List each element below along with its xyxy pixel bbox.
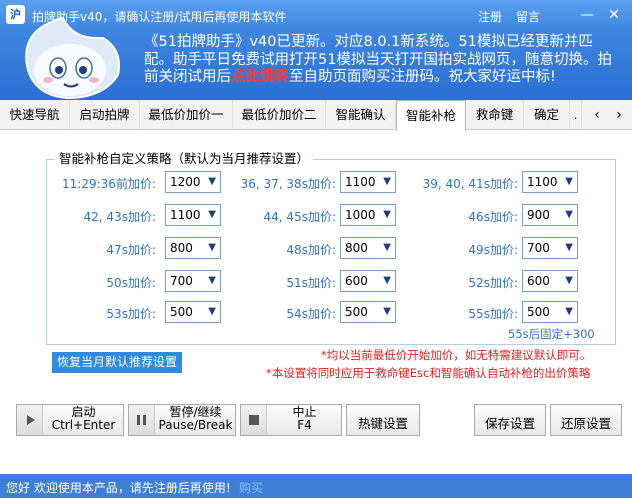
row-label: 39, 40, 41s加价: [423,175,518,192]
dropdown-arrow-icon: ▼ [565,275,573,286]
tab-start-bidding[interactable]: 启动拍牌 [70,100,140,130]
dropdown-arrow-icon: ▼ [383,242,391,253]
dropdown-arrow-icon: ▼ [383,176,391,187]
bid-select[interactable]: 800▼ [165,237,221,259]
row-label: 47s加价: [106,241,156,258]
dropdown-arrow-icon: ▼ [208,209,216,220]
tab-quick-nav[interactable]: 快速导航 [0,100,70,130]
bid-select[interactable]: 700▼ [165,270,221,292]
fixed-increment-note: 55s后固定+300 [508,326,595,342]
message-link[interactable]: 留言 [516,8,540,25]
bid-select[interactable]: 1100▼ [340,171,396,193]
start-button[interactable]: 启动Ctrl+Enter [16,404,124,436]
bid-select[interactable]: 700▼ [522,237,578,259]
tab-lifesaver-key[interactable]: 救命键 [466,100,524,130]
tab-smart-reshoot[interactable]: 智能补枪 [396,100,466,131]
status-message: 您好 欢迎使用本产品，请先注册后再使用! [6,479,231,496]
banner-text-b: 至自助页面购买注册码。祝大家好运中标! [289,69,556,85]
tab-min-price-add-1[interactable]: 最低价加价一 [140,100,233,130]
bid-select[interactable]: 1100▼ [522,171,578,193]
row-label: 46s加价: [468,208,518,225]
tab-prev-icon[interactable]: ‹ [586,104,608,126]
tab-overflow[interactable]: . [570,100,582,130]
row-label: 50s加价: [106,274,156,291]
bid-select[interactable]: 500▼ [522,301,578,323]
restore-settings-button[interactable]: 还原设置 [550,404,622,436]
mascot-logo-icon [8,10,138,100]
restore-recommended-button[interactable]: 恢复当月默认推荐设置 [52,352,182,373]
row-label: 54s加价: [286,305,336,322]
bid-select[interactable]: 900▼ [522,204,578,226]
row-label: 49s加价: [468,241,518,258]
warning-note-2: *本设置将同时应用于救命键Esc和智能确认自动补枪的出价策略 [266,365,590,381]
dropdown-arrow-icon: ▼ [565,306,573,317]
row-label: 36, 37, 38s加价: [241,175,336,192]
register-link[interactable]: 注册 [478,8,502,25]
dropdown-arrow-icon: ▼ [383,209,391,220]
action-bar: 启动Ctrl+Enter 暂停/继续Pause/Break 中止F4 热键设置 … [0,398,632,444]
row-label: 51s加价: [286,274,336,291]
warning-note-1: *均以当前最低价开始加价，如无特需建议默认即可。 [321,347,591,363]
row-label: 55s加价: [468,305,518,322]
minimize-button[interactable]: — [576,4,598,26]
status-bar: 您好 欢迎使用本产品，请先注册后再使用! 购买 [0,474,632,498]
hotkey-settings-button[interactable]: 热键设置 [346,404,420,436]
dropdown-arrow-icon: ▼ [565,242,573,253]
bid-select[interactable]: 600▼ [340,270,396,292]
row-label: 11:29:36前加价: [62,175,156,192]
pause-resume-button[interactable]: 暂停/继续Pause/Break [128,404,236,436]
save-settings-button[interactable]: 保存设置 [474,404,546,436]
bid-select[interactable]: 500▼ [165,301,221,323]
bid-select[interactable]: 600▼ [522,270,578,292]
dropdown-arrow-icon: ▼ [208,242,216,253]
dropdown-arrow-icon: ▼ [565,209,573,220]
row-label: 52s加价: [468,274,518,291]
play-icon [17,405,43,435]
stop-button[interactable]: 中止F4 [240,404,342,436]
dropdown-arrow-icon: ▼ [383,306,391,317]
banner-announcement: 《51拍牌助手》v40已更新。对应8.0.1新系统。51模拟已经更新并匹配。助手… [144,34,620,87]
group-title: 智能补枪自定义策略（默认为当月推荐设置） [55,148,313,167]
bid-select[interactable]: 800▼ [340,237,396,259]
close-button[interactable]: ✕ [603,4,625,26]
dropdown-arrow-icon: ▼ [383,275,391,286]
tab-bar: 快速导航 启动拍牌 最低价加价一 最低价加价二 智能确认 智能补枪 救命键 确定… [0,100,632,130]
row-label: 44, 45s加价: [264,208,336,225]
buy-link[interactable]: 购买 [239,479,263,496]
dropdown-arrow-icon: ▼ [565,176,573,187]
header-banner: 《51拍牌助手》v40已更新。对应8.0.1新系统。51模拟已经更新并匹配。助手… [0,30,632,100]
bid-select[interactable]: 1000▼ [340,204,396,226]
bid-select[interactable]: 1200▼ [165,171,221,193]
row-label: 42, 43s加价: [84,208,156,225]
dropdown-arrow-icon: ▼ [208,275,216,286]
dropdown-arrow-icon: ▼ [208,306,216,317]
dropdown-arrow-icon: ▼ [208,176,216,187]
smart-reshoot-panel: 智能补枪自定义策略（默认为当月推荐设置） 11:29:36前加价: 1200▼ … [0,131,632,394]
jump-link[interactable]: 点此跳转 [231,69,289,85]
tab-min-price-add-2[interactable]: 最低价加价二 [233,100,326,130]
stop-icon [241,405,267,435]
row-label: 53s加价: [106,305,156,322]
tab-confirm[interactable]: 确定 [524,100,570,130]
bid-select[interactable]: 500▼ [340,301,396,323]
tab-smart-confirm[interactable]: 智能确认 [326,100,396,130]
bid-select[interactable]: 1100▼ [165,204,221,226]
row-label: 48s加价: [286,241,336,258]
tab-next-icon[interactable]: › [608,104,630,126]
pause-icon [129,405,155,435]
